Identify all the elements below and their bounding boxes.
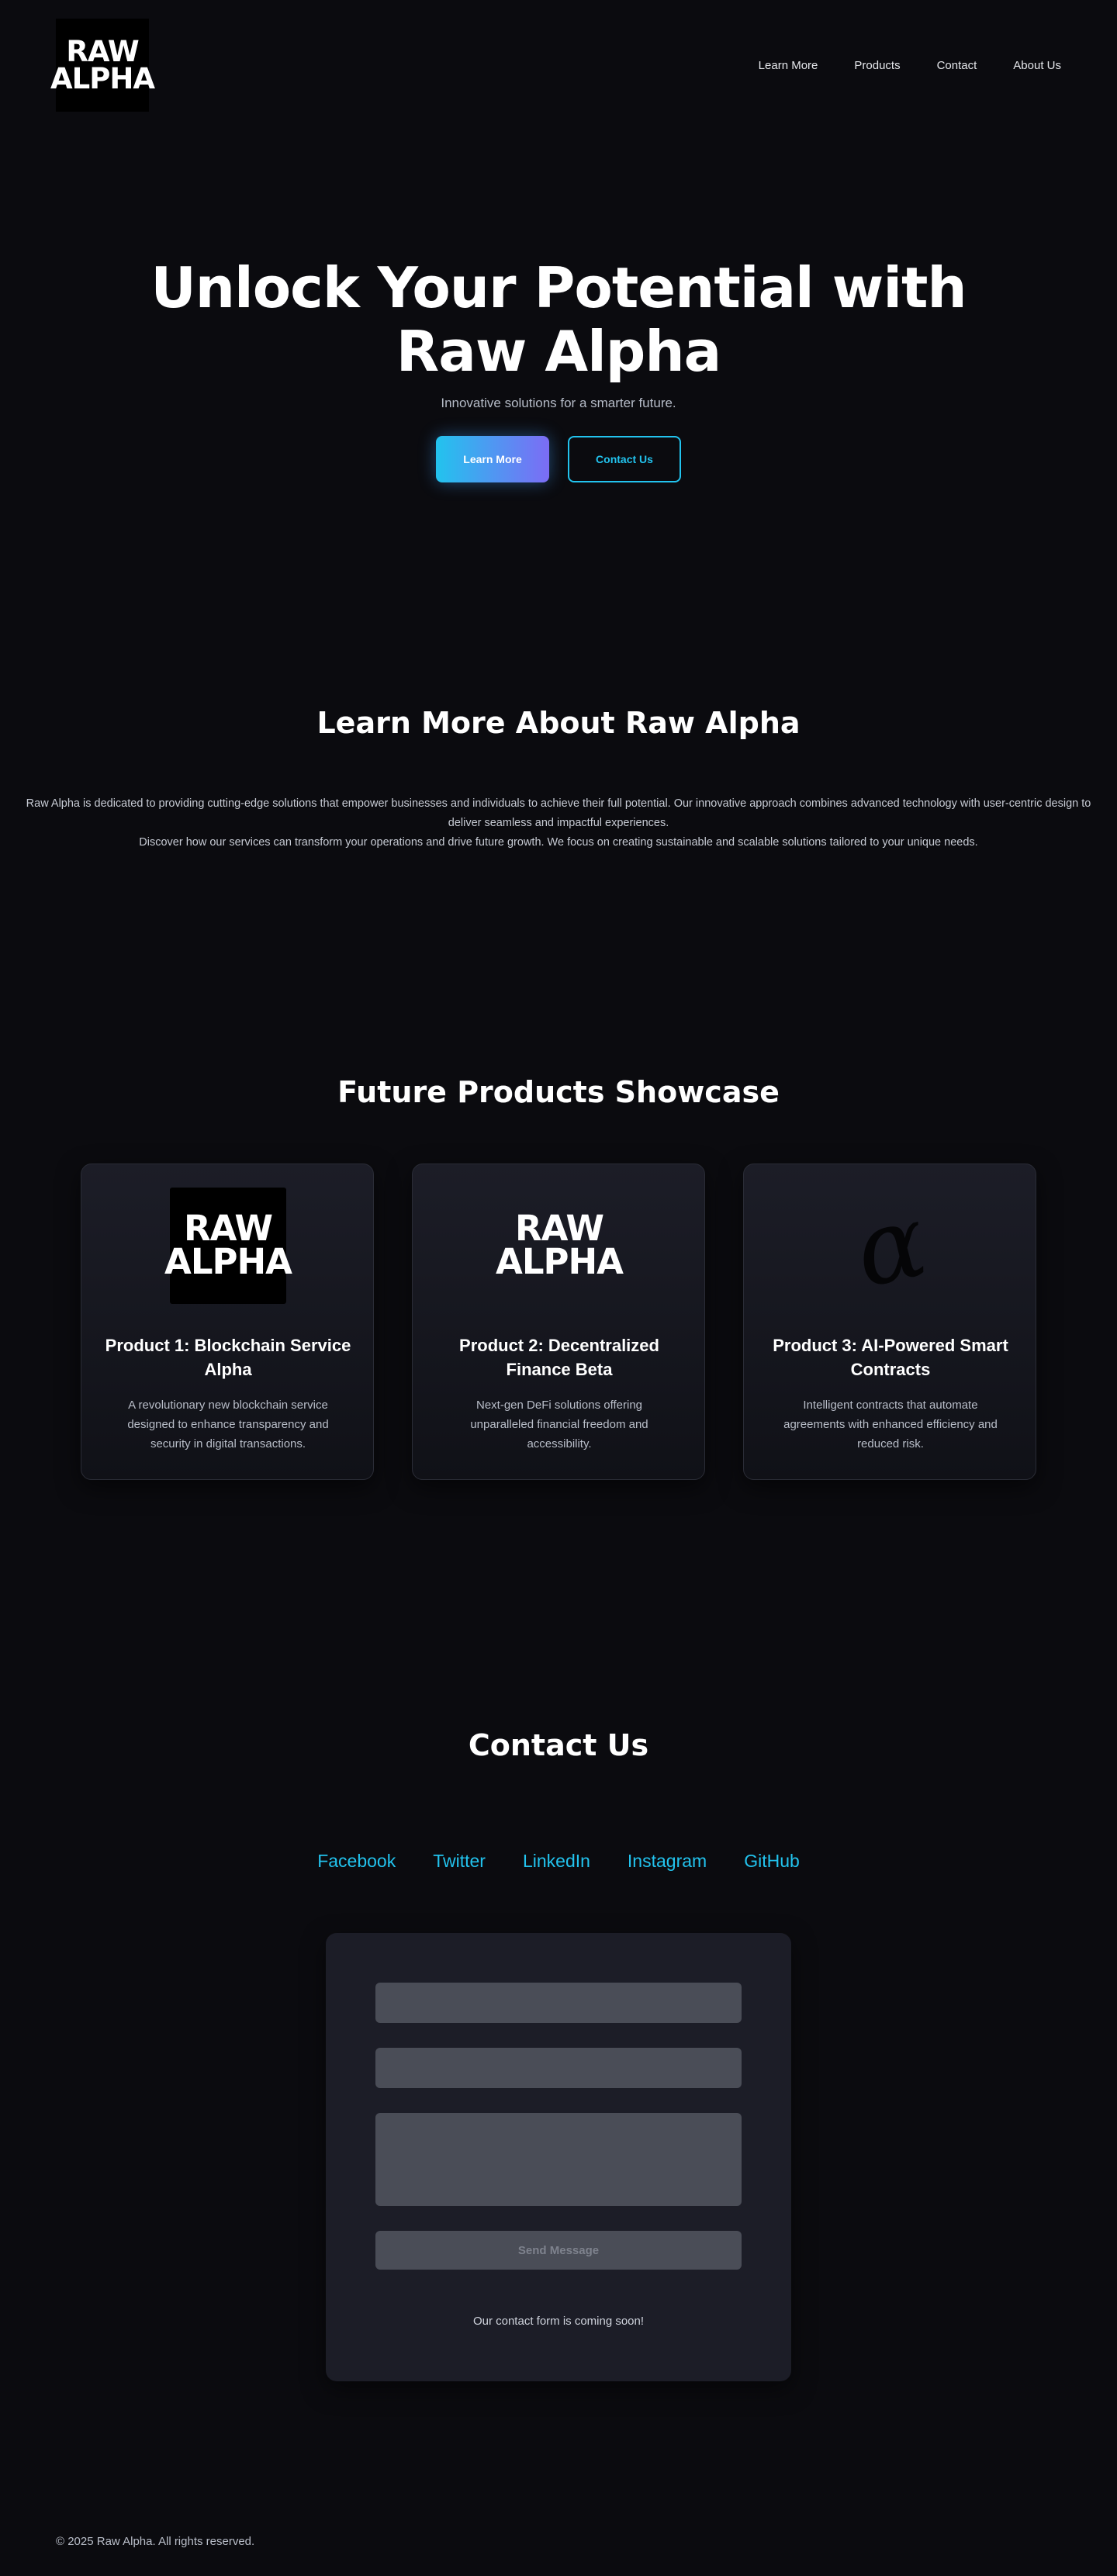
product-3-image: α xyxy=(832,1181,949,1311)
product-card-1[interactable]: RAW ALPHA Product 1: Blockchain Service … xyxy=(81,1164,374,1480)
logo-text: RAW ALPHA xyxy=(50,34,155,95)
product-2-logo: RAW ALPHA xyxy=(496,1211,624,1282)
email-field[interactable] xyxy=(375,2048,742,2088)
facebook-link[interactable]: Facebook xyxy=(317,1851,396,1872)
contact-form: Send Message Our contact form is coming … xyxy=(326,1933,791,2381)
product-3-description: Intelligent contracts that automate agre… xyxy=(783,1399,998,1451)
name-field[interactable] xyxy=(375,1983,742,2023)
github-link[interactable]: GitHub xyxy=(744,1851,800,1872)
product-2-description: Next-gen DeFi solutions offering unparal… xyxy=(470,1399,648,1451)
main-nav: Learn More Products Contact About Us xyxy=(759,59,1061,72)
nav-about-us[interactable]: About Us xyxy=(1013,59,1061,72)
logo-line-raw: RAW xyxy=(66,34,139,68)
product-card-2[interactable]: RAW ALPHA Product 2: Decentralized Finan… xyxy=(412,1164,705,1480)
footer-copyright: © 2025 Raw Alpha. All rights reserved. xyxy=(56,2535,255,2548)
contact-us-button[interactable]: Contact Us xyxy=(568,436,681,482)
product-1-description: A revolutionary new blockchain service d… xyxy=(127,1399,329,1451)
alpha-symbol-icon: α xyxy=(845,1181,936,1311)
logo-line-alpha: ALPHA xyxy=(50,62,155,95)
form-coming-soon-note: Our contact form is coming soon! xyxy=(472,2315,645,2328)
send-message-button[interactable]: Send Message xyxy=(375,2231,742,2270)
product-card-3[interactable]: α Product 3: AI-Powered Smart Contracts … xyxy=(743,1164,1036,1480)
product-3-title: Product 3: AI-Powered Smart Contracts xyxy=(773,1336,1008,1379)
linkedin-link[interactable]: LinkedIn xyxy=(523,1851,590,1872)
message-field[interactable] xyxy=(375,2113,742,2206)
about-title: Learn More About Raw Alpha xyxy=(316,706,801,740)
about-text: Raw Alpha is dedicated to providing cutt… xyxy=(23,794,1094,852)
hero-subtitle: Innovative solutions for a smarter futur… xyxy=(441,396,676,410)
product-2-title: Product 2: Decentralized Finance Beta xyxy=(459,1336,659,1379)
product-1-logo-alpha: ALPHA xyxy=(164,1241,292,1282)
contact-title: Contact Us xyxy=(468,1728,649,1762)
product-1-logo: RAW ALPHA xyxy=(164,1211,292,1282)
about-paragraph-2: Discover how our services can transform … xyxy=(139,836,978,849)
nav-products[interactable]: Products xyxy=(854,59,900,72)
nav-learn-more[interactable]: Learn More xyxy=(759,59,818,72)
site-header: RAW ALPHA Learn More Products Contact Ab… xyxy=(0,0,1117,137)
raw-alpha-logo[interactable]: RAW ALPHA xyxy=(50,19,155,112)
product-1-title: Product 1: Blockchain Service Alpha xyxy=(105,1336,351,1379)
product-2-image: RAW ALPHA xyxy=(496,1188,624,1304)
hero-title: Unlock Your Potential with Raw Alpha xyxy=(150,255,967,384)
product-1-image: RAW ALPHA xyxy=(164,1188,292,1304)
product-2-logo-alpha: ALPHA xyxy=(496,1241,624,1282)
twitter-link[interactable]: Twitter xyxy=(433,1851,486,1872)
learn-more-button[interactable]: Learn More xyxy=(436,436,549,482)
social-links: Facebook Twitter LinkedIn Instagram GitH… xyxy=(0,1851,1117,1872)
about-paragraph-1: Raw Alpha is dedicated to providing cutt… xyxy=(26,797,1091,829)
products-title: Future Products Showcase xyxy=(337,1075,780,1109)
nav-contact[interactable]: Contact xyxy=(937,59,977,72)
instagram-link[interactable]: Instagram xyxy=(628,1851,707,1872)
